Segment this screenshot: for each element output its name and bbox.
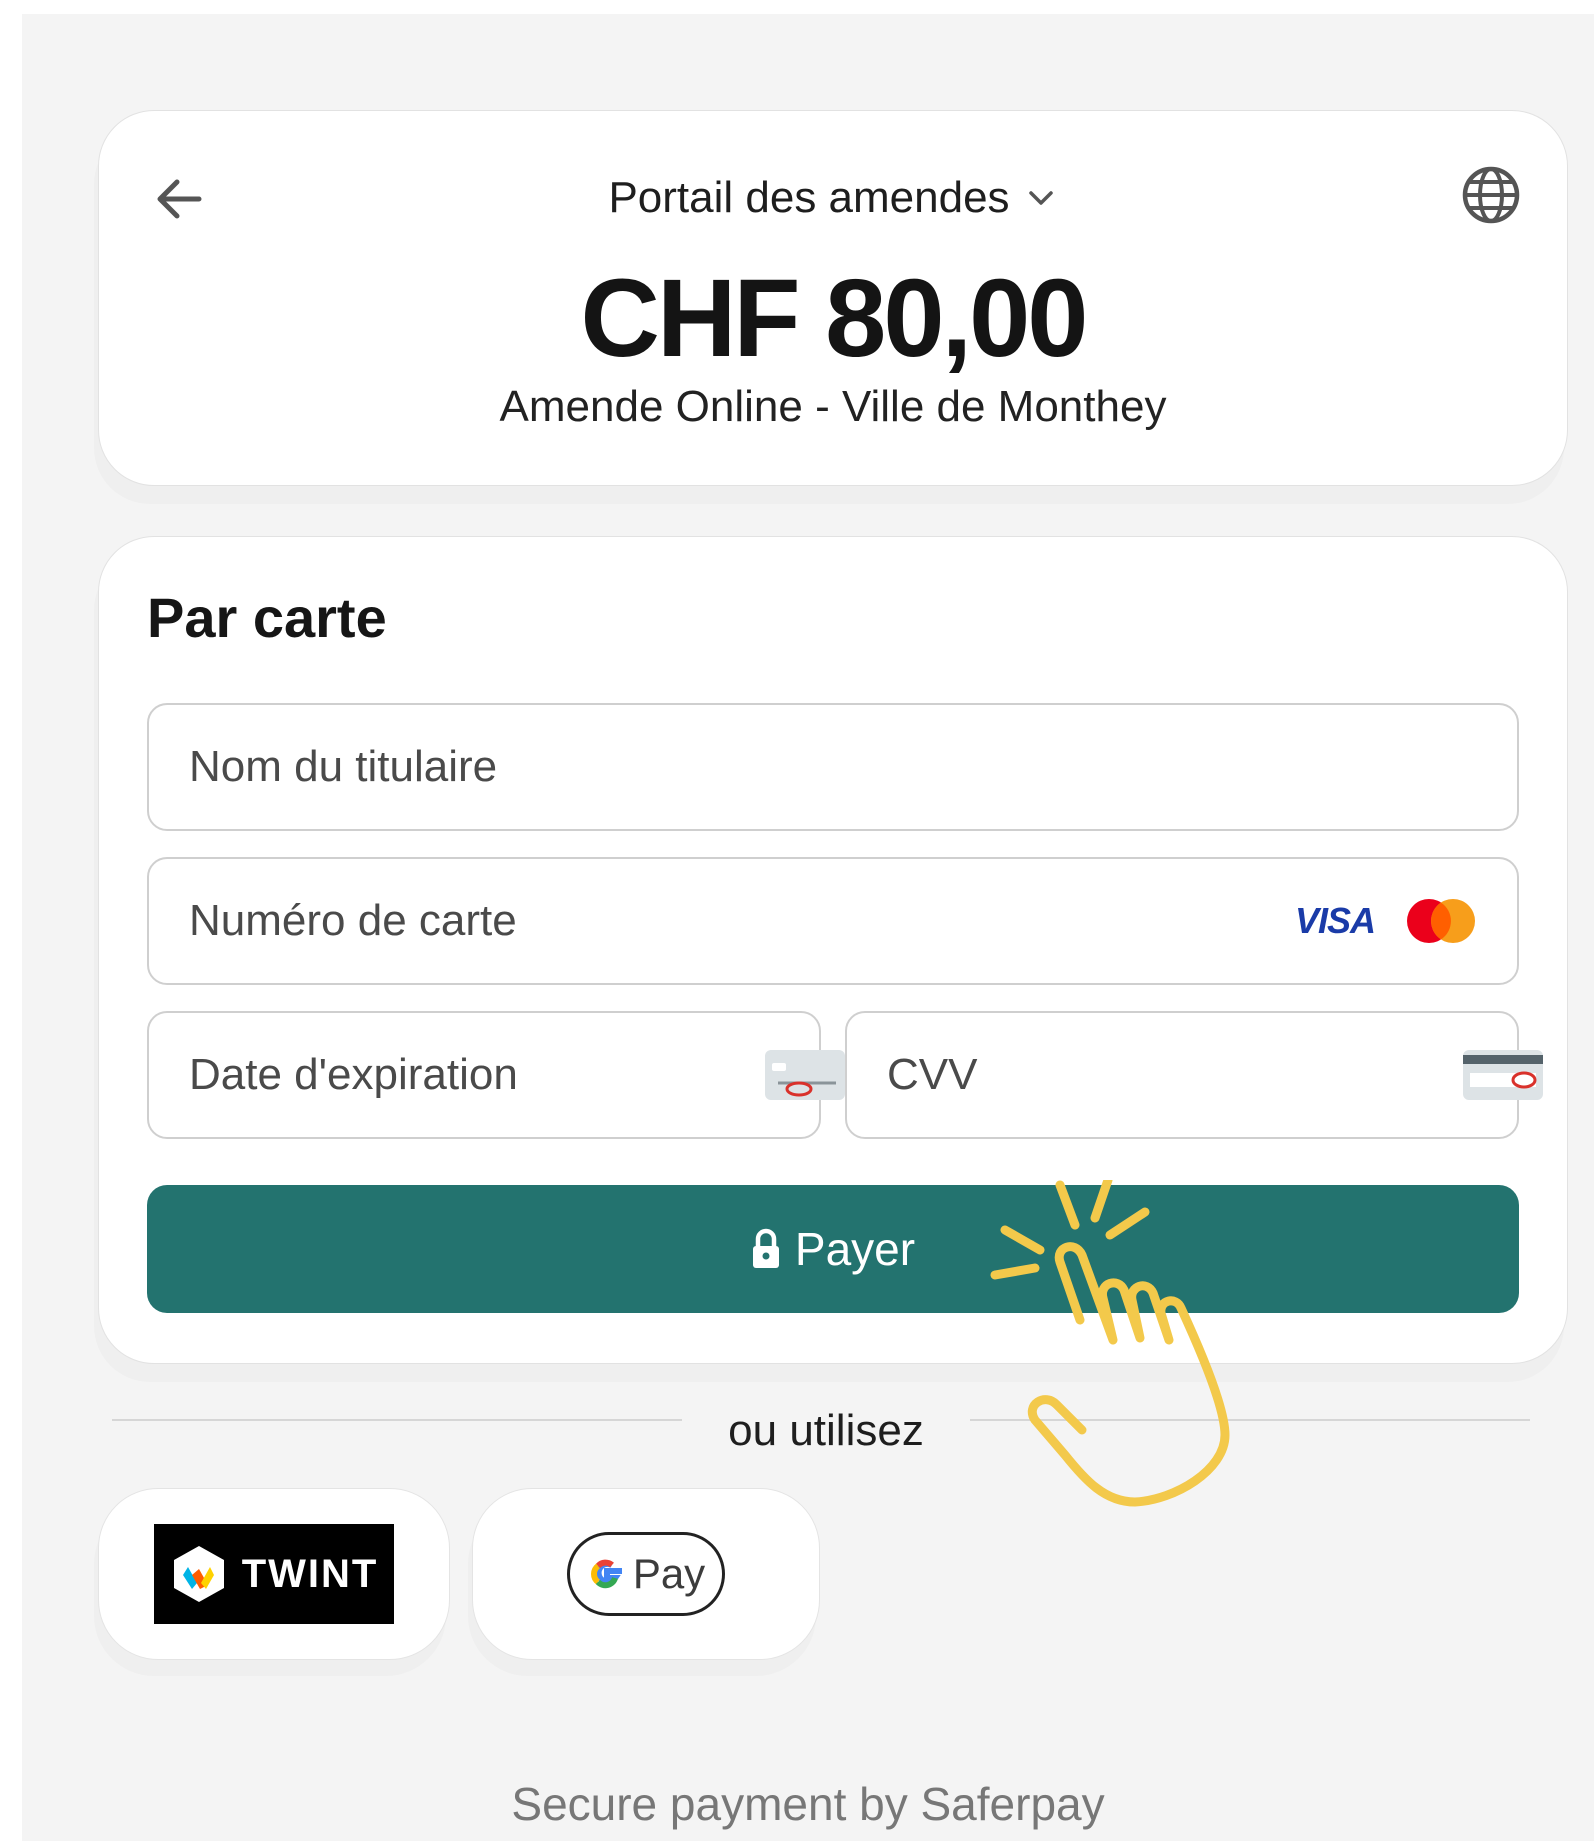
cardholder-name-field[interactable] [147, 703, 1519, 831]
alternative-methods-label: ou utilisez [728, 1406, 924, 1455]
visa-logo: VISA [1294, 900, 1376, 941]
globe-icon [1462, 166, 1520, 224]
google-pay-logo: Pay [567, 1532, 725, 1616]
payment-description: Amende Online - Ville de Monthey [499, 382, 1167, 431]
card-brands: VISA [1295, 896, 1517, 946]
expiry-date-input[interactable] [149, 1013, 764, 1137]
payment-page: Portail des amendes CHF 80,00 Amende Onl… [22, 14, 1594, 1841]
card-cvv-icon [1463, 1050, 1543, 1100]
lock-icon [752, 1228, 779, 1268]
twint-button[interactable]: TWINT [98, 1488, 450, 1660]
card-number-field[interactable]: VISA [147, 857, 1519, 985]
google-pay-button[interactable]: Pay [472, 1488, 820, 1660]
pay-button[interactable]: Payer [147, 1185, 1519, 1313]
google-pay-label: Pay [632, 1550, 706, 1597]
twint-icon [173, 1546, 224, 1602]
cvv-input[interactable] [847, 1013, 1462, 1137]
divider-left [112, 1419, 682, 1421]
twint-label: TWINT [241, 1551, 379, 1596]
card-section-title: Par carte [147, 586, 387, 649]
merchant-name: Portail des amendes [608, 173, 1010, 222]
payment-summary-card: Portail des amendes CHF 80,00 Amende Onl… [98, 110, 1568, 486]
cvv-field[interactable] [845, 1011, 1543, 1139]
card-expiry-icon [765, 1050, 845, 1100]
pay-button-label: Payer [794, 1223, 916, 1275]
secure-payment-footer: Secure payment by Saferpay [511, 1778, 1105, 1830]
card-payment-form: Par carte VISA [98, 536, 1568, 1364]
divider-right [970, 1419, 1530, 1421]
language-button[interactable] [1459, 163, 1523, 227]
twint-logo: TWINT [154, 1524, 394, 1624]
mastercard-icon [1407, 899, 1475, 943]
card-number-input[interactable] [149, 859, 1295, 983]
cardholder-name-input[interactable] [149, 705, 1517, 829]
expiry-date-field[interactable] [147, 1011, 845, 1139]
google-g-icon [590, 1559, 622, 1589]
payment-amount: CHF 80,00 [580, 257, 1089, 380]
merchant-selector[interactable]: Portail des amendes [99, 163, 1567, 233]
chevron-down-icon [1028, 191, 1053, 205]
